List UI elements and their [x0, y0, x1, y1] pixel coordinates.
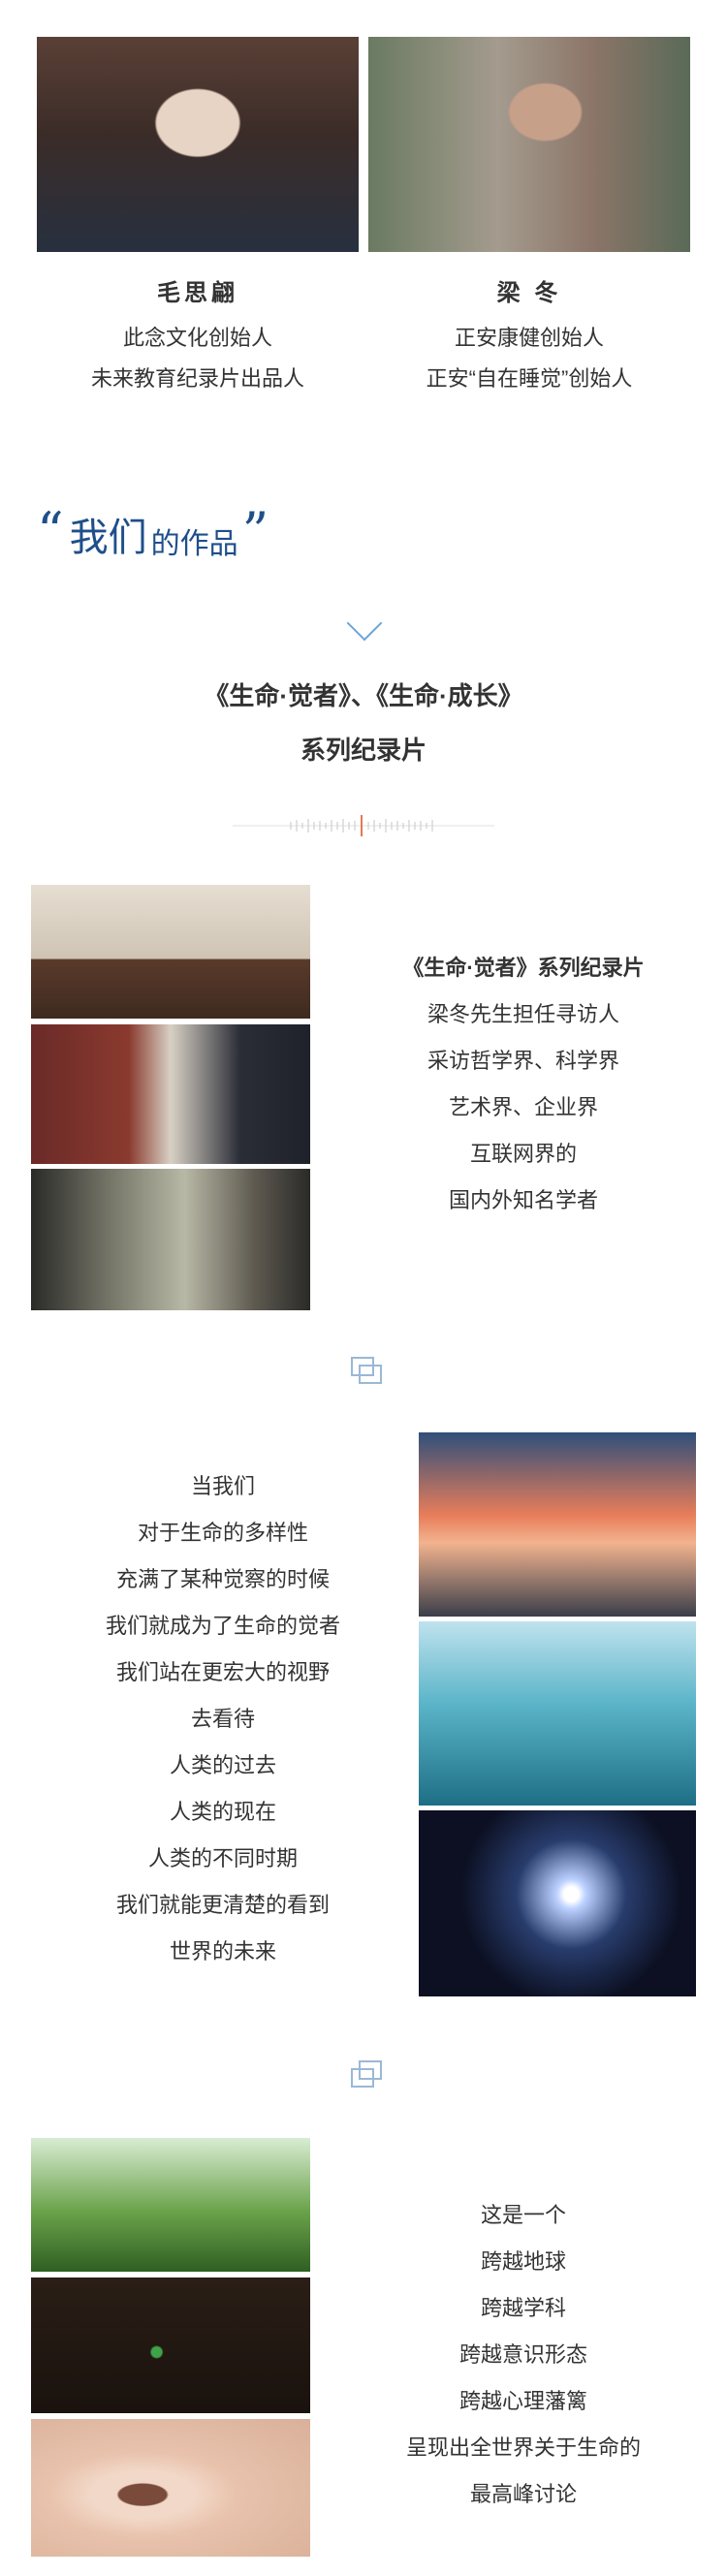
block2-line: 我们就成为了生命的觉者 — [105, 1614, 340, 1638]
series-title: 《生命·觉者》、《生命·成长》 系列纪录片 — [0, 669, 727, 777]
photo-sunset-figure — [419, 1432, 696, 1617]
person-title: 正安“自在睡觉”创始人 — [426, 366, 633, 391]
section-title-main: 我们 — [69, 517, 147, 559]
block3-line: 跨越学科 — [480, 2296, 566, 2320]
photo-space-planet — [419, 1810, 696, 1996]
block1-line: 梁冬先生担任寻访人 — [427, 1002, 619, 1026]
photo-birds-water — [419, 1621, 696, 1806]
person-name: 毛思翩 — [157, 280, 238, 306]
block2-line: 充满了某种觉察的时候 — [115, 1567, 330, 1591]
block1-text: 《生命·觉者》系列纪录片 梁冬先生担任寻访人 采访哲学界、科学界 艺术界、企业界… — [339, 945, 708, 1224]
block3-text: 这是一个 跨越地球 跨越学科 跨越意识形态 跨越心理藩篱 呈现出全世界关于生命的… — [339, 2192, 708, 2518]
squares-divider-icon — [351, 1357, 382, 1384]
close-quote: ” — [241, 501, 269, 562]
waveform-divider — [233, 815, 494, 836]
block1-line: 艺术界、企业界 — [448, 1095, 598, 1119]
person-card-mao: 毛思翩 此念文化创始人 未来教育纪录片出品人 — [37, 273, 359, 393]
block1-line: 国内外知名学者 — [448, 1188, 598, 1212]
series-title-line: 系列纪录片 — [300, 736, 427, 765]
block1-line: 互联网界的 — [469, 1142, 577, 1166]
section-title-sub: 的作品 — [150, 528, 238, 560]
block3-line: 跨越意识形态 — [458, 2342, 587, 2367]
chevron-down-icon — [346, 605, 383, 642]
person-card-liang: 梁 冬 正安康健创始人 正安“自在睡觉”创始人 — [368, 273, 690, 393]
block1-line: 采访哲学界、科学界 — [427, 1049, 619, 1073]
block2-text: 当我们 对于生命的多样性 充满了某种觉察的时候 我们就成为了生命的觉者 我们站在… — [58, 1463, 388, 1975]
person-title: 正安康健创始人 — [454, 326, 604, 350]
block2-line: 我们就能更清楚的看到 — [115, 1893, 330, 1917]
person-name: 梁 冬 — [496, 280, 562, 306]
photo-sprout — [31, 2278, 310, 2413]
block3-line: 呈现出全世界关于生命的 — [405, 2435, 641, 2460]
person-title: 此念文化创始人 — [122, 326, 272, 350]
block2-line: 人类的不同时期 — [147, 1846, 298, 1870]
block2-line: 去看待 — [190, 1707, 255, 1731]
photo-hands — [31, 2138, 310, 2272]
block3-line: 跨越心理藩篱 — [458, 2389, 587, 2413]
series-title-line: 《生命·觉者》、《生命·成长》 — [204, 681, 523, 710]
block2-line: 人类的现在 — [169, 1800, 276, 1824]
block1-line: 《生命·觉者》系列纪录片 — [402, 956, 645, 980]
photo-interview-3 — [31, 1169, 310, 1310]
block2-line: 人类的过去 — [169, 1753, 276, 1777]
photo-interview-2 — [31, 1024, 310, 1164]
person-title: 未来教育纪录片出品人 — [90, 366, 304, 391]
block2-line: 当我们 — [190, 1474, 255, 1498]
block3-line: 跨越地球 — [480, 2249, 566, 2274]
squares-divider-icon — [351, 2060, 382, 2088]
block3-line: 这是一个 — [480, 2203, 566, 2227]
section-heading-works: “ 我们 的作品 ” — [37, 494, 269, 562]
photo-liang-dong — [368, 37, 690, 252]
photo-interview-1 — [31, 885, 310, 1019]
photo-eye — [31, 2419, 310, 2557]
block2-line: 对于生命的多样性 — [137, 1521, 308, 1545]
block2-line: 世界的未来 — [169, 1939, 276, 1963]
block2-line: 我们站在更宏大的视野 — [115, 1660, 330, 1684]
photo-mao-sipian — [37, 37, 359, 252]
block3-line: 最高峰讨论 — [469, 2482, 577, 2506]
open-quote: “ — [37, 501, 64, 562]
